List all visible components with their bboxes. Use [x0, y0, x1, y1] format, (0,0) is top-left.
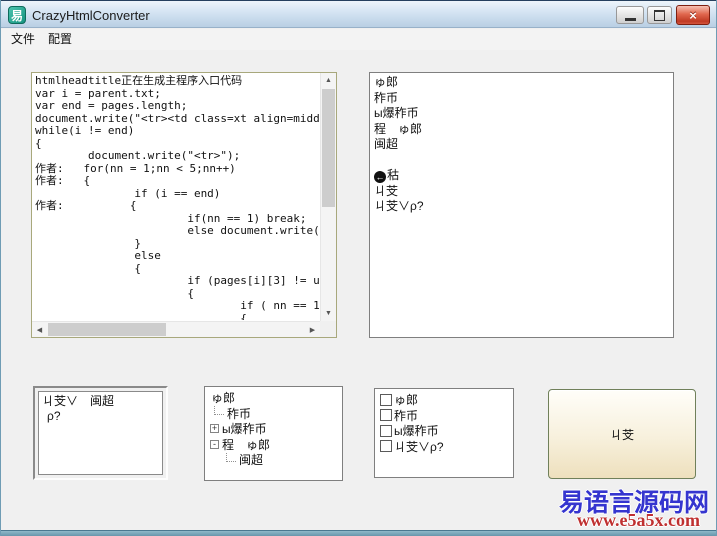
tree-item[interactable]: + ы爆秨币 — [205, 421, 342, 437]
tree-item[interactable]: 秨币 — [205, 406, 342, 422]
horizontal-scroll-thumb[interactable] — [48, 323, 166, 336]
list-item[interactable]: ゅ郎 — [374, 75, 669, 91]
checkbox-row[interactable]: 秨币 — [377, 408, 511, 424]
scroll-right-icon[interactable]: ▶ — [305, 322, 320, 337]
checkbox-list[interactable]: ゅ郎 秨币 ы爆秨币 ㄐ芠∨ρ? — [374, 388, 514, 478]
code-editor[interactable]: htmlheadtitle正在生成主程序入口代码 var i = parent.t… — [31, 72, 337, 338]
mini-list-line: ㄐ芠∨ 闽超 — [42, 394, 115, 408]
window-title: CrazyHtmlConverter — [32, 8, 150, 23]
scroll-up-icon[interactable]: ▲ — [321, 73, 336, 88]
menu-item-config[interactable]: 配置 — [42, 29, 78, 50]
list-item[interactable]: ы爆秨币 — [374, 106, 669, 122]
checkbox-row[interactable]: ы爆秨币 — [377, 423, 511, 439]
close-button[interactable]: × — [676, 5, 710, 25]
tree-connector — [226, 452, 236, 462]
scroll-left-icon[interactable]: ◀ — [32, 322, 47, 337]
tree-item[interactable]: - 程 ゅ郎 — [205, 437, 342, 453]
tree-item[interactable]: 闽超 — [205, 452, 342, 468]
convert-button-label: ㄐ芠 — [609, 427, 634, 442]
mini-list-panel[interactable]: ㄐ芠∨ 闽超 ρ? — [33, 386, 168, 480]
horizontal-scrollbar[interactable]: ◀ ▶ — [32, 321, 320, 337]
list-item[interactable]: ㄐ芠 — [374, 184, 669, 200]
minimize-icon — [624, 17, 636, 21]
list-item[interactable]: ← 秙 — [374, 168, 669, 184]
vertical-scrollbar[interactable]: ▲ ▼ — [320, 73, 336, 321]
checkbox-icon[interactable] — [380, 440, 392, 453]
app-window: 易 CrazyHtmlConverter × 文件 配置 htmlheadtit… — [0, 0, 717, 536]
close-icon: × — [689, 7, 697, 23]
maximize-button[interactable] — [647, 6, 672, 24]
vertical-scroll-thumb[interactable] — [322, 89, 335, 207]
minimize-button[interactable] — [616, 6, 644, 24]
convert-button[interactable]: ㄐ芠 — [548, 389, 696, 479]
menu-item-file[interactable]: 文件 — [5, 29, 41, 50]
checkbox-row[interactable]: ゅ郎 — [377, 392, 511, 408]
tree-expand-icon[interactable]: + — [210, 424, 219, 434]
list-item[interactable]: 秨币 — [374, 91, 669, 107]
list-item[interactable]: 程 ゅ郎 — [374, 122, 669, 138]
tree-view[interactable]: ゅ郎 秨币 + ы爆秨币 - 程 ゅ郎 闽超 — [204, 386, 343, 481]
watermark-site-url: www.e5a5x.com — [577, 510, 700, 530]
output-listbox[interactable]: ゅ郎 秨币 ы爆秨币 程 ゅ郎 闽超 ← 秙 ㄐ芠 ㄐ芠∨ρ? — [369, 72, 674, 338]
tree-item-root[interactable]: ゅ郎 — [205, 390, 342, 406]
tree-connector — [214, 406, 224, 416]
window-bottom-border — [1, 530, 716, 536]
list-item[interactable]: 闽超 — [374, 137, 669, 153]
checkbox-icon[interactable] — [380, 424, 392, 437]
checkbox-icon[interactable] — [380, 409, 392, 422]
title-bar[interactable]: 易 CrazyHtmlConverter × — [1, 0, 716, 28]
checkbox-icon[interactable] — [380, 393, 392, 406]
mini-list-line: ρ? — [47, 409, 61, 423]
code-text[interactable]: htmlheadtitle正在生成主程序入口代码 var i = parent.t… — [35, 75, 319, 320]
circle-left-arrow-icon: ← — [374, 171, 386, 183]
list-item[interactable] — [374, 153, 669, 169]
tree-collapse-icon[interactable]: - — [210, 439, 219, 449]
mini-list-content[interactable]: ㄐ芠∨ 闽超 ρ? — [38, 391, 163, 475]
list-item[interactable]: ㄐ芠∨ρ? — [374, 199, 669, 215]
scrollbar-corner — [320, 321, 336, 337]
menu-bar: 文件 配置 — [1, 29, 716, 50]
app-icon: 易 — [8, 6, 26, 24]
maximize-icon — [654, 9, 665, 21]
scroll-down-icon[interactable]: ▼ — [321, 306, 336, 321]
checkbox-row[interactable]: ㄐ芠∨ρ? — [377, 439, 511, 455]
